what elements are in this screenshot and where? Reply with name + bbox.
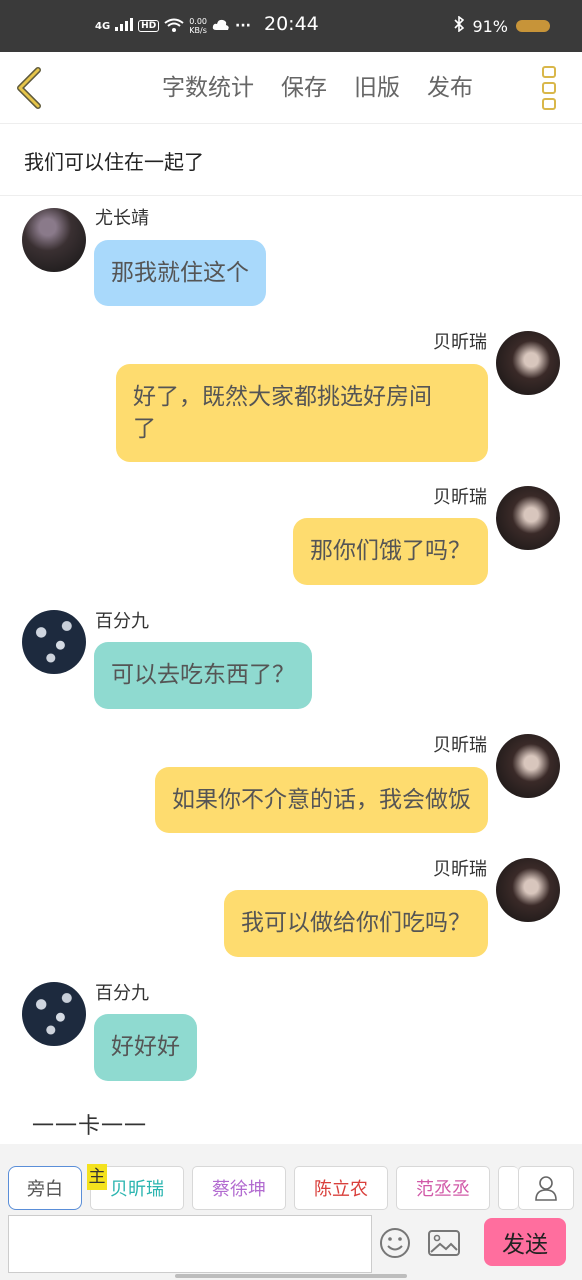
hd-badge: HD <box>138 20 160 32</box>
message-text-line: 了 <box>133 416 156 442</box>
network-speed: 0.00 KB/s <box>189 17 207 35</box>
sender-name: 尤长靖 <box>95 208 149 229</box>
character-chip-narrator[interactable]: 旁白 <box>8 1166 82 1210</box>
image-button[interactable] <box>426 1226 462 1260</box>
person-icon <box>535 1176 557 1201</box>
more-menu-button[interactable] <box>542 66 558 110</box>
avatar[interactable] <box>496 858 560 922</box>
character-manage-button[interactable] <box>518 1166 574 1210</box>
status-right-group: 91% <box>454 14 550 38</box>
header-actions: 字数统计 保存 旧版 发布 <box>162 72 473 104</box>
editor-screen: 4G HD 0.00 KB/s ··· 20:44 91% 字数统计 保存 旧版… <box>0 0 582 1280</box>
word-count-button[interactable]: 字数统计 <box>162 72 254 104</box>
sender-name: 百分九 <box>95 611 149 632</box>
story-title: 我们可以住在一起了 <box>24 150 204 174</box>
speed-value: 0.00 <box>189 17 207 26</box>
avatar[interactable] <box>22 208 86 272</box>
sender-name: 贝昕瑞 <box>433 332 487 353</box>
menu-dot-icon <box>542 66 556 78</box>
status-bar: 4G HD 0.00 KB/s ··· 20:44 91% <box>0 0 582 52</box>
menu-dot-icon <box>542 82 556 94</box>
status-left-group: 4G HD 0.00 KB/s ··· <box>95 14 251 38</box>
emoji-icon <box>380 1228 410 1258</box>
character-chip-fan-chengcheng[interactable]: 范丞丞 <box>396 1166 490 1210</box>
avatar[interactable] <box>22 610 86 674</box>
character-chip-partial[interactable] <box>498 1166 518 1210</box>
publish-button[interactable]: 发布 <box>427 72 473 104</box>
home-indicator[interactable] <box>175 1274 407 1278</box>
story-title-row[interactable]: 我们可以住在一起了 <box>0 124 582 196</box>
message-bubble[interactable]: 好好好 <box>94 1014 197 1081</box>
image-icon <box>428 1230 460 1256</box>
message-bubble[interactable]: 可以去吃东西了？ <box>94 642 312 709</box>
bluetooth-icon <box>454 15 465 36</box>
battery-percent: 91% <box>472 16 508 36</box>
clock: 20:44 <box>264 13 319 35</box>
avatar[interactable] <box>496 331 560 395</box>
narration-text[interactable]: 一一卡一一 <box>32 1108 147 1140</box>
menu-dot-icon <box>542 98 556 110</box>
main-character-badge: 主 <box>87 1164 107 1190</box>
character-chip-cai-xukun[interactable]: 蔡徐坤 <box>192 1166 286 1210</box>
message-text-line: 好了，既然大家都挑选好房间 <box>133 384 432 410</box>
old-version-button[interactable]: 旧版 <box>354 72 400 104</box>
speed-unit: KB/s <box>189 26 207 35</box>
message-bubble[interactable]: 如果你不介意的话，我会做饭 <box>155 767 488 833</box>
send-button[interactable]: 发送 <box>484 1218 566 1266</box>
message-bubble[interactable]: 那我就住这个 <box>94 240 266 306</box>
message-bubble[interactable]: 我可以做给你们吃吗？ <box>224 890 488 957</box>
emoji-button[interactable] <box>378 1226 412 1260</box>
message-bubble[interactable]: 那你们饿了吗？ <box>293 518 488 585</box>
message-input[interactable] <box>8 1215 372 1273</box>
editor-header: 字数统计 保存 旧版 发布 <box>0 52 582 124</box>
message-bubble[interactable]: 好了，既然大家都挑选好房间 了 <box>116 364 488 462</box>
avatar[interactable] <box>496 486 560 550</box>
more-notifications: ··· <box>235 18 251 34</box>
network-type: 4G <box>95 20 111 32</box>
avatar[interactable] <box>22 982 86 1046</box>
sender-name: 贝昕瑞 <box>433 735 487 756</box>
save-button[interactable]: 保存 <box>281 72 327 104</box>
cloud-icon <box>212 18 230 34</box>
avatar[interactable] <box>496 734 560 798</box>
sender-name: 百分九 <box>95 983 149 1004</box>
battery-icon <box>516 20 550 32</box>
wifi-icon <box>164 18 184 35</box>
sender-name: 贝昕瑞 <box>433 859 487 880</box>
sender-name: 贝昕瑞 <box>433 487 487 508</box>
chevron-left-icon <box>17 67 41 109</box>
signal-icon <box>115 18 134 34</box>
character-chip-chen-linong[interactable]: 陈立农 <box>294 1166 388 1210</box>
back-button[interactable] <box>12 66 52 110</box>
